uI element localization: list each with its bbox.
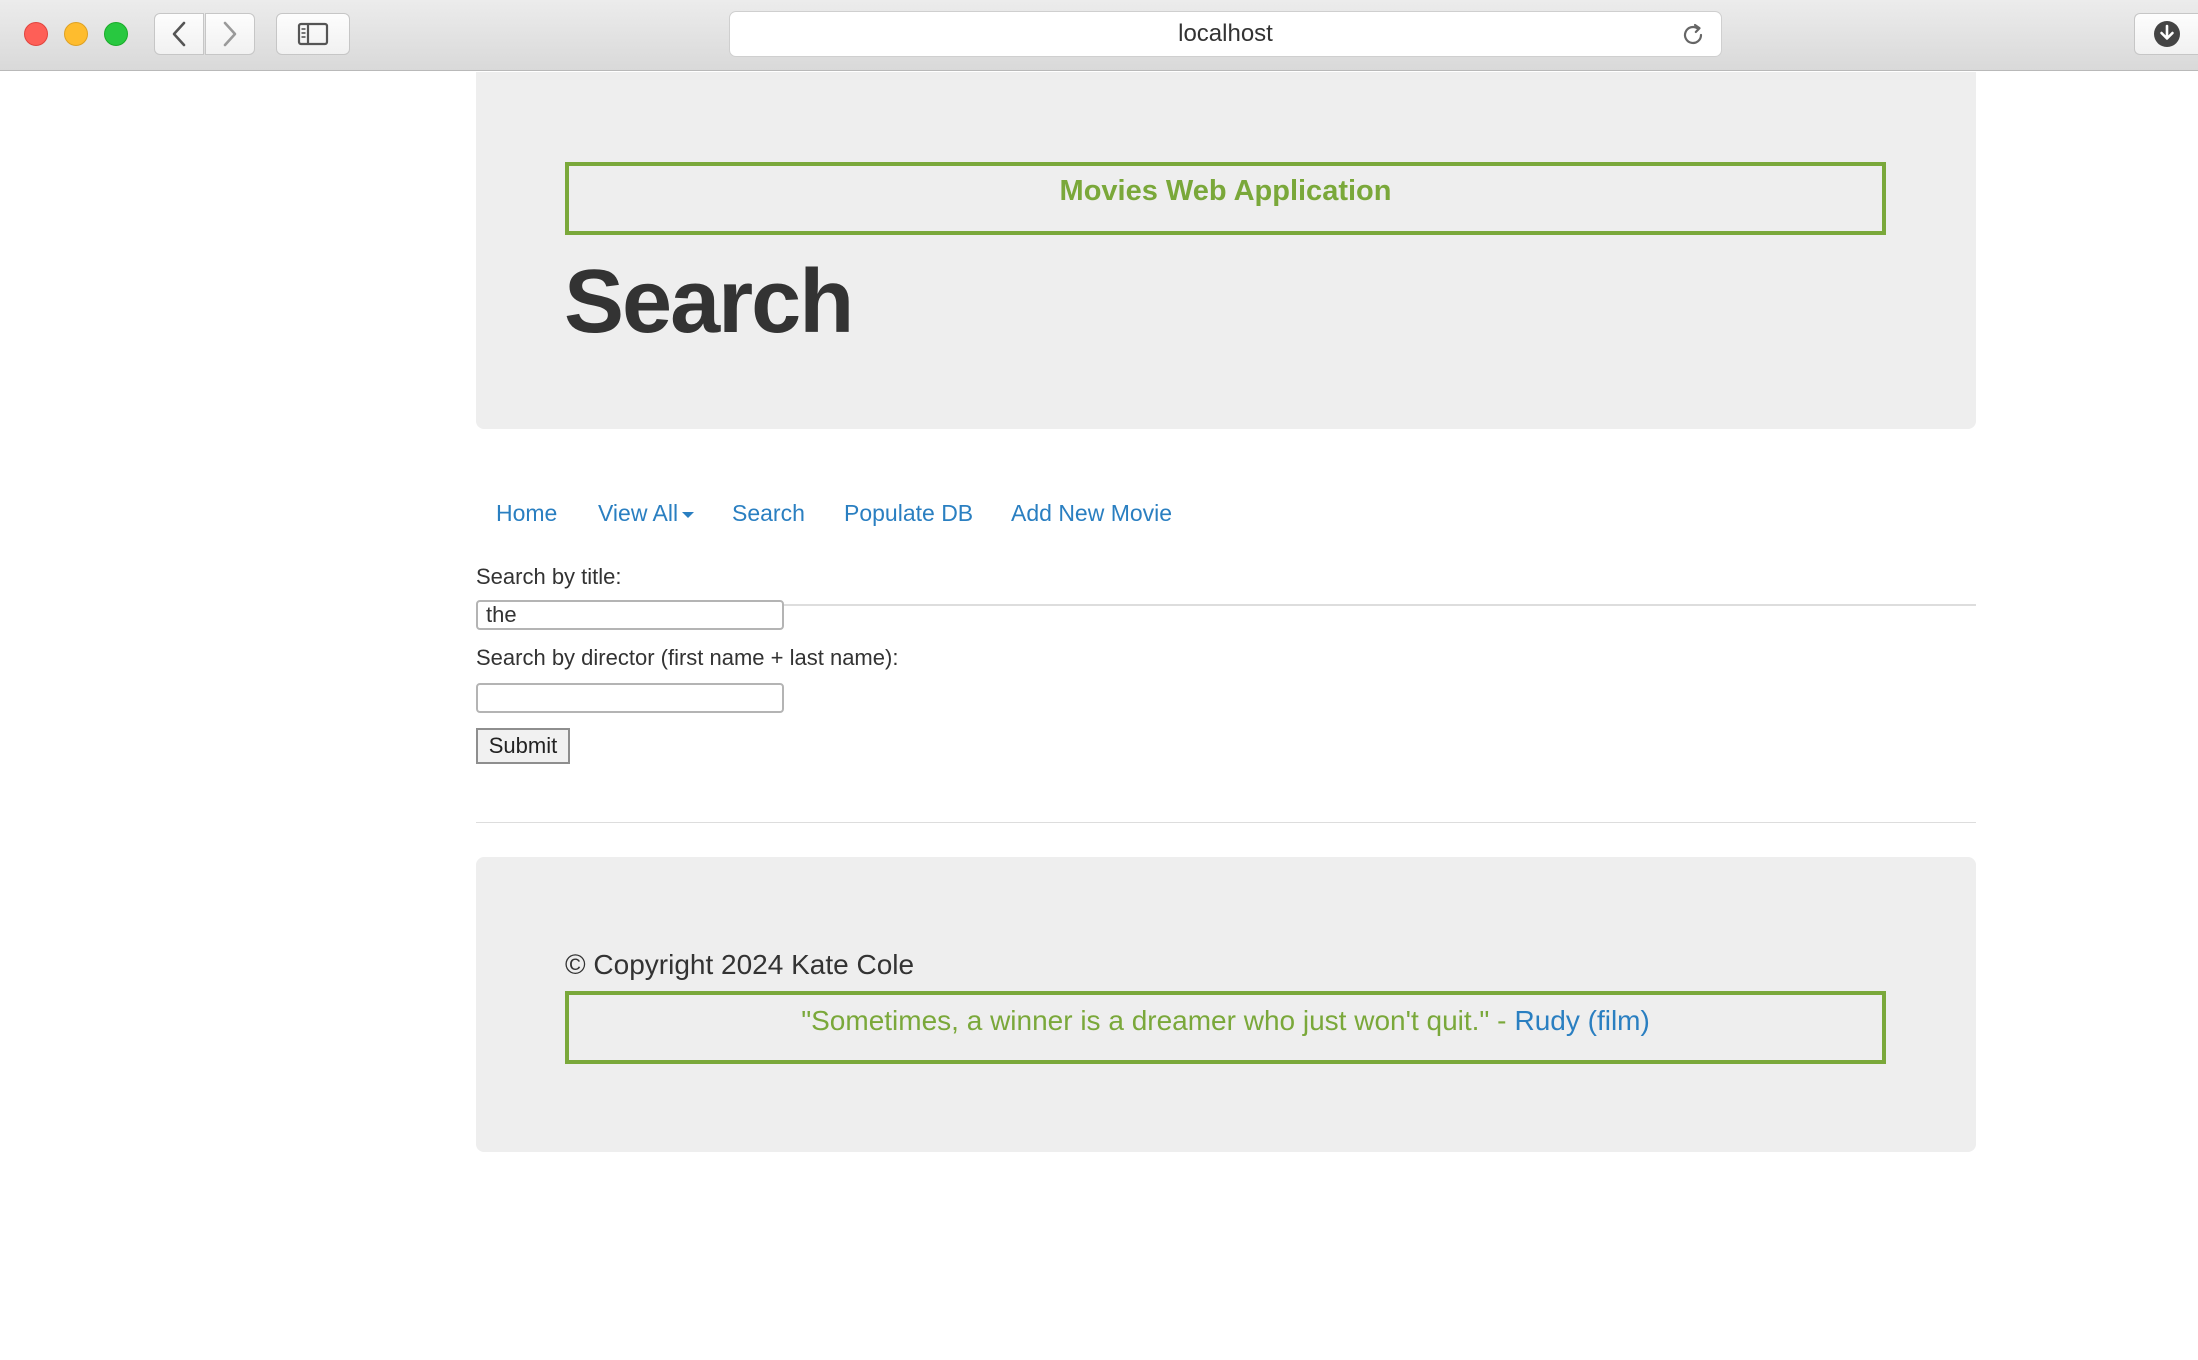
nav-search[interactable]: Search xyxy=(732,500,805,527)
browser-toolbar: localhost xyxy=(0,0,2198,71)
back-button[interactable] xyxy=(154,13,204,55)
director-search-label: Search by director (first name + last na… xyxy=(476,645,899,670)
nav-view-all-label: View All xyxy=(598,500,679,526)
minimize-window-button[interactable] xyxy=(64,22,88,46)
nav-populate-db[interactable]: Populate DB xyxy=(844,500,973,527)
director-search-input[interactable] xyxy=(476,683,784,713)
app-banner: Movies Web Application xyxy=(565,162,1886,235)
title-search-input[interactable] xyxy=(476,600,784,630)
address-text: localhost xyxy=(1178,20,1273,47)
header-panel: Movies Web Application Search xyxy=(476,72,1976,429)
copyright-text: © Copyright 2024 Kate Cole xyxy=(565,949,915,980)
zoom-window-button[interactable] xyxy=(104,22,128,46)
page-title: Search xyxy=(564,252,854,352)
footer-panel: © Copyright 2024 Kate Cole "Sometimes, a… xyxy=(476,857,1976,1152)
reload-icon[interactable] xyxy=(1679,21,1707,49)
nav-view-all-dropdown[interactable]: View All xyxy=(598,500,695,527)
download-icon xyxy=(2153,21,2180,47)
nav-home[interactable]: Home xyxy=(496,500,557,527)
sidebar-icon xyxy=(297,22,329,46)
address-bar[interactable]: localhost xyxy=(729,11,1722,57)
nav-tabs: Home View All Search Populate DB Add New… xyxy=(476,484,1976,606)
downloads-button[interactable] xyxy=(2134,13,2198,55)
quote-box: "Sometimes, a winner is a dreamer who ju… xyxy=(565,991,1886,1064)
caret-down-icon xyxy=(682,511,695,518)
chevron-left-icon xyxy=(172,21,186,47)
quote-source-link[interactable]: Rudy (film) xyxy=(1514,1005,1649,1037)
divider xyxy=(476,822,1976,823)
sidebar-toggle-button[interactable] xyxy=(276,13,350,55)
title-search-label: Search by title: xyxy=(476,564,622,589)
quote-text: "Sometimes, a winner is a dreamer who ju… xyxy=(801,1004,1507,1036)
close-window-button[interactable] xyxy=(24,22,48,46)
chevron-right-icon xyxy=(223,21,237,47)
app-banner-text: Movies Web Application xyxy=(1059,175,1392,207)
forward-button[interactable] xyxy=(205,13,255,55)
submit-button[interactable]: Submit xyxy=(476,728,570,764)
nav-add-new-movie[interactable]: Add New Movie xyxy=(1011,500,1172,527)
